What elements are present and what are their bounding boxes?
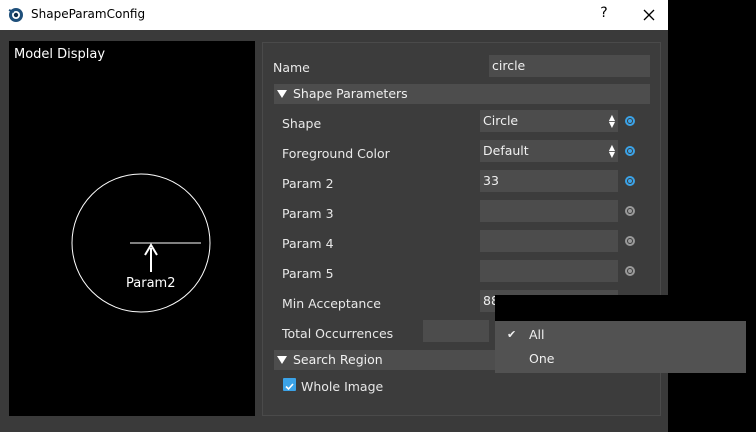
total-occurrences-label: Total Occurrences [282,326,394,341]
param4-input[interactable] [480,230,618,252]
close-icon[interactable] [641,6,657,24]
spinner-arrows-icon: ▲ ▼ [608,143,615,159]
param3-input[interactable] [480,200,618,222]
total-occurrences-input[interactable] [423,320,489,342]
param5-radio[interactable] [625,266,635,276]
collapse-triangle-icon [277,356,287,364]
foreground-color-label: Foreground Color [282,146,390,161]
shape-radio[interactable] [625,116,635,126]
checkmark-icon [285,383,294,391]
param5-input[interactable] [480,260,618,282]
menu-item-one[interactable]: One [495,347,746,371]
foreground-color-radio[interactable] [625,146,635,156]
min-acceptance-label: Min Acceptance [282,296,381,311]
param2-label: Param 2 [282,176,334,191]
search-region-label: Search Region [293,352,383,367]
param3-radio[interactable] [625,206,635,216]
name-input[interactable]: circle [489,55,650,77]
help-button[interactable]: ? [596,5,612,25]
window-title: ShapeParamConfig [31,7,146,21]
menu-item-all[interactable]: ✔ All [495,323,746,347]
param2-input[interactable]: 33 [480,170,618,192]
shape-parameters-label: Shape Parameters [293,86,408,101]
spinner-arrows-icon: ▲ ▼ [608,113,615,129]
shape-select-value: Circle [483,113,519,128]
shape-label: Shape [282,116,322,131]
title-bar: ShapeParamConfig ? [0,0,668,30]
collapse-triangle-icon [277,90,287,98]
menu-item-all-label: All [529,327,545,342]
param2-radio[interactable] [625,176,635,186]
param2-annotation: Param2 [126,276,175,291]
param3-label: Param 3 [282,206,334,221]
param5-label: Param 5 [282,266,334,281]
occurrences-dropdown-menu: ✔ All One [495,321,746,373]
shape-parameters-section[interactable]: Shape Parameters [274,84,650,104]
param4-radio[interactable] [625,236,635,246]
whole-image-checkbox[interactable] [283,378,296,391]
model-shape-preview: Param2 [71,173,211,313]
foreground-color-select[interactable]: Default ▲ ▼ [480,140,618,162]
foreground-color-value: Default [483,143,529,158]
menu-item-one-label: One [529,351,555,366]
whole-image-label: Whole Image [301,379,384,394]
shape-select[interactable]: Circle ▲ ▼ [480,110,618,132]
name-label: Name [273,60,310,75]
param4-label: Param 4 [282,236,334,251]
check-icon: ✔ [507,328,517,341]
occurrences-dropdown-popup: ✔ All One [495,295,746,373]
app-eye-icon [8,8,23,22]
model-display-panel[interactable]: Model Display Param2 [9,41,255,416]
